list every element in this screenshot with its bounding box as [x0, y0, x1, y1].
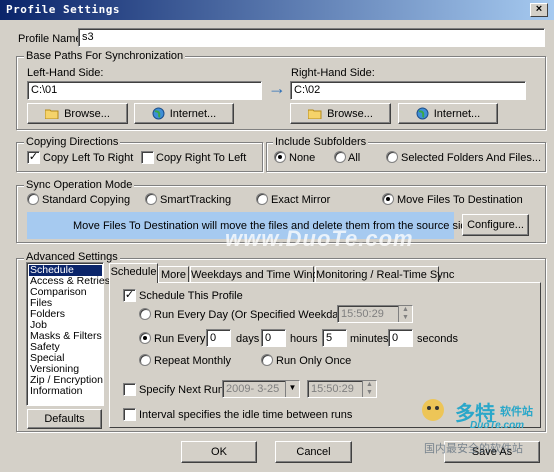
globe-icon — [152, 107, 165, 120]
mode-exact-radio[interactable] — [256, 193, 268, 205]
right-browse-label: Browse... — [327, 107, 373, 120]
idle-interval-label: Interval specifies the idle time between… — [139, 409, 353, 421]
mode-smart-radio[interactable] — [145, 193, 157, 205]
left-internet-label: Internet... — [169, 107, 217, 120]
bottom-watermark: 国内最安全的软件站 — [424, 443, 523, 455]
mode-smart-label: SmartTracking — [160, 194, 232, 206]
right-path-input[interactable]: C:\02 — [290, 81, 526, 100]
subfolders-all-label: All — [348, 152, 361, 164]
idle-interval-checkbox[interactable] — [123, 408, 136, 421]
next-run-time-spinner[interactable]: ▲ ▼ — [362, 381, 376, 397]
list-item[interactable]: Information — [29, 386, 83, 397]
mascot-logo-icon — [422, 399, 444, 421]
folder-icon — [45, 109, 59, 119]
profile-name-label: Profile Name: — [18, 33, 85, 45]
mode-standard-label: Standard Copying — [42, 194, 131, 206]
seconds-input[interactable]: 0 — [388, 329, 413, 347]
minutes-input[interactable]: 5 — [322, 329, 347, 347]
tab-schedule[interactable]: Schedule — [109, 263, 158, 283]
days-label: days — [236, 333, 260, 345]
seconds-label: seconds — [417, 333, 458, 345]
run-every-day-label: Run Every Day (Or Specified Weekdays) At — [154, 309, 366, 321]
right-browse-button[interactable]: Browse... — [290, 103, 391, 124]
ok-button[interactable]: OK — [181, 441, 257, 463]
profile-name-input[interactable]: s3 — [78, 28, 545, 47]
repeat-monthly-radio[interactable] — [139, 354, 151, 366]
subfolders-none-radio[interactable] — [274, 151, 286, 163]
defaults-button[interactable]: Defaults — [27, 409, 102, 429]
left-internet-button[interactable]: Internet... — [134, 103, 234, 124]
every-day-time-spinner[interactable]: ▲ ▼ — [398, 306, 412, 322]
sync-mode-legend: Sync Operation Mode — [24, 179, 135, 191]
settings-category-list[interactable]: Schedule Access & Retries Comparison Fil… — [26, 262, 110, 406]
subfolders-all-radio[interactable] — [334, 151, 346, 163]
subfolders-none-label: None — [289, 152, 316, 164]
tab-monitoring[interactable]: Monitoring / Real-Time Sync — [315, 266, 454, 282]
right-internet-button[interactable]: Internet... — [398, 103, 498, 124]
mode-standard-radio[interactable] — [27, 193, 39, 205]
run-every-radio[interactable] — [139, 332, 151, 344]
close-button[interactable]: × — [530, 3, 548, 17]
right-side-label: Right-Hand Side: — [291, 67, 375, 79]
specify-next-run-label: Specify Next Run: — [139, 384, 228, 396]
left-side-label: Left-Hand Side: — [27, 67, 104, 79]
globe-icon — [416, 107, 429, 120]
copy-right-to-left-checkbox[interactable] — [141, 151, 154, 164]
tab-weekdays[interactable]: Weekdays and Time Window — [190, 266, 333, 282]
folder-icon — [308, 109, 322, 119]
arrow-right-icon: → — [268, 78, 286, 98]
repeat-monthly-label: Repeat Monthly — [154, 355, 232, 367]
hours-input[interactable]: 0 — [261, 329, 286, 347]
run-only-once-radio[interactable] — [261, 354, 273, 366]
left-browse-button[interactable]: Browse... — [27, 103, 128, 124]
mode-move-radio[interactable] — [382, 193, 394, 205]
run-every-day-radio[interactable] — [139, 308, 151, 320]
copy-directions-legend: Copying Directions — [24, 136, 121, 148]
copy-left-to-right-checkbox[interactable]: ✓ — [27, 151, 40, 164]
schedule-profile-checkbox[interactable]: ✓ — [123, 289, 136, 302]
left-browse-label: Browse... — [64, 107, 110, 120]
base-paths-legend: Base Paths For Synchronization — [24, 50, 186, 62]
run-every-label: Run Every — [154, 333, 206, 345]
right-internet-label: Internet... — [433, 107, 481, 120]
copy-right-to-left-label: Copy Right To Left — [156, 152, 247, 164]
left-path-input[interactable]: C:\01 — [27, 81, 262, 100]
mode-move-label: Move Files To Destination — [397, 194, 523, 206]
configure-button[interactable]: Configure... — [462, 214, 529, 236]
tab-more[interactable]: More — [158, 266, 189, 282]
center-watermark: www.DuoTe.com — [225, 226, 414, 251]
hours-label: hours — [290, 333, 318, 345]
copy-left-to-right-label: Copy Left To Right — [43, 152, 134, 164]
brand-sub-watermark: 软件站 — [500, 406, 533, 418]
mode-exact-label: Exact Mirror — [271, 194, 331, 206]
days-input[interactable]: 0 — [206, 329, 231, 347]
subfolders-selected-label: Selected Folders And Files... — [401, 152, 542, 164]
schedule-profile-label: Schedule This Profile — [139, 290, 243, 302]
brand-url-watermark: DuoTe.com — [470, 420, 525, 431]
cancel-button[interactable]: Cancel — [275, 441, 352, 463]
run-only-once-label: Run Only Once — [276, 355, 352, 367]
include-subfolders-legend: Include Subfolders — [273, 136, 369, 148]
window-title: Profile Settings — [6, 3, 120, 16]
subfolders-selected-radio[interactable] — [386, 151, 398, 163]
specify-next-run-checkbox[interactable] — [123, 383, 136, 396]
date-dropdown-arrow-icon[interactable]: ▼ — [285, 381, 299, 397]
minutes-label: minutes — [350, 333, 389, 345]
